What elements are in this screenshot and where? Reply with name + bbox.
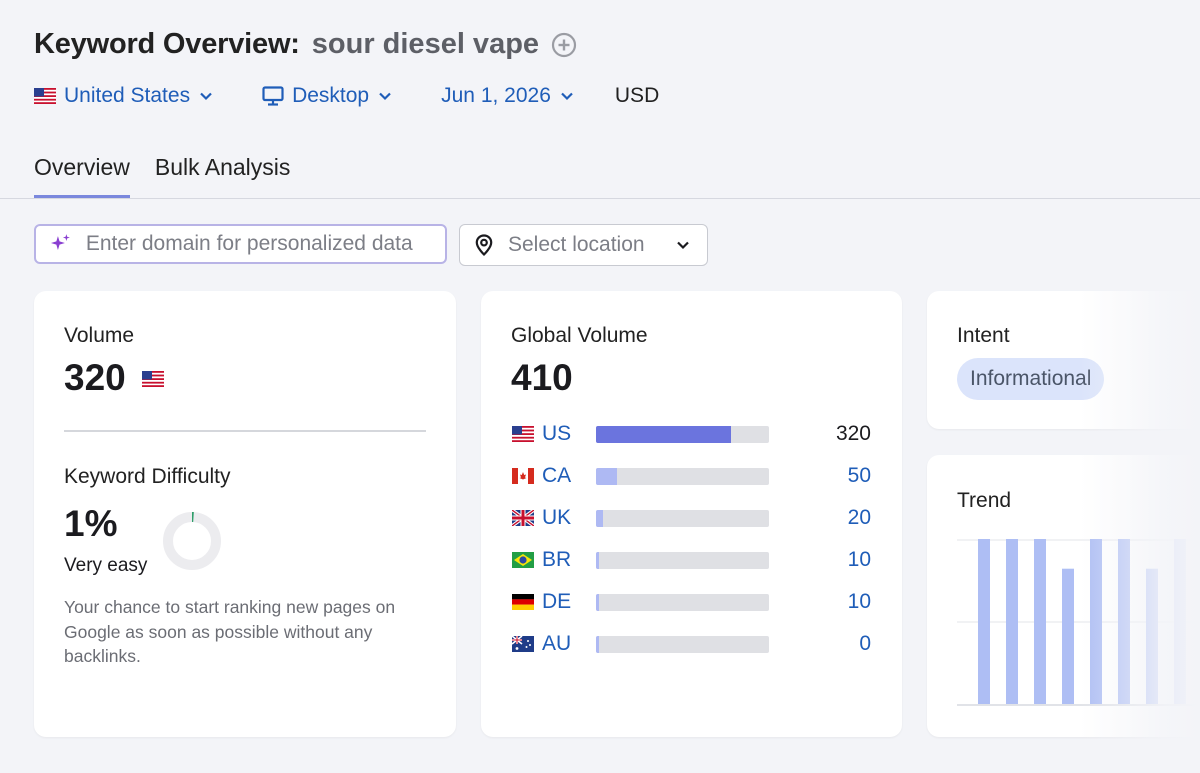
- kd-value: 1%: [64, 503, 118, 544]
- volume-bar-track: [596, 551, 769, 569]
- chevron-down-icon: [379, 92, 391, 101]
- kd-label: Keyword Difficulty: [64, 465, 231, 488]
- volume-value: 320: [64, 357, 126, 398]
- country-volume-value: 10: [847, 548, 871, 571]
- us-flag-icon: [34, 88, 56, 104]
- country-code: BR: [542, 548, 572, 571]
- global-volume-label: Global Volume: [511, 324, 648, 347]
- ca-flag-icon: [512, 468, 534, 484]
- trend-label: Trend: [957, 489, 1012, 512]
- chevron-down-icon: [677, 241, 689, 250]
- volume-bar-track: [596, 467, 769, 485]
- volume-bar-fill: [596, 509, 603, 527]
- trend-chart: [957, 539, 1197, 706]
- volume-bar-fill: [596, 425, 731, 443]
- country-volume-list: US 320 CA 50 UK 20 BR 10 DE 10 AU 0: [512, 413, 871, 665]
- country-dropdown[interactable]: United States: [34, 84, 214, 108]
- country-volume-row[interactable]: UK 20: [512, 497, 871, 539]
- country-volume-value: 10: [847, 590, 871, 613]
- intent-label: Intent: [957, 324, 1010, 347]
- card-divider: [64, 430, 426, 432]
- desktop-icon: [262, 86, 284, 106]
- kd-description: Your chance to start ranking new pages o…: [64, 597, 396, 666]
- domain-input-wrapper: [34, 224, 447, 264]
- intent-card: Intent Informational: [927, 291, 1200, 429]
- country-volume-row[interactable]: BR 10: [512, 539, 871, 581]
- filter-bar: United States Desktop Jun 1, 2026 USD: [34, 84, 659, 108]
- trend-bar: [1062, 568, 1074, 704]
- location-placeholder: Select location: [508, 233, 645, 256]
- trend-bar: [978, 539, 990, 704]
- country-volume-value: 320: [835, 422, 871, 445]
- uk-flag-icon: [512, 510, 534, 526]
- de-flag-icon: [512, 594, 534, 610]
- trend-bar: [1006, 539, 1018, 704]
- trend-bar: [1090, 539, 1102, 704]
- country-volume-value: 0: [859, 632, 871, 655]
- kd-level-text: Very easy: [64, 555, 148, 576]
- volume-label: Volume: [64, 324, 135, 347]
- global-volume-card: Global Volume 410 US 320 CA 50 UK 20 BR 10 DE 10 A…: [481, 291, 902, 737]
- country-code: AU: [542, 632, 572, 655]
- country-volume-row[interactable]: DE 10: [512, 581, 871, 623]
- page-header: Keyword Overview: sour diesel vape: [34, 28, 577, 61]
- device-dropdown[interactable]: Desktop: [262, 84, 393, 108]
- volume-bar-fill: [596, 467, 617, 485]
- country-volume-row[interactable]: AU 0: [512, 623, 871, 665]
- country-code: UK: [542, 506, 572, 529]
- volume-bar-track: [596, 425, 769, 443]
- country-code: US: [542, 422, 572, 445]
- br-flag-icon: [512, 552, 534, 568]
- volume-card: Volume 320 Keyword Difficulty 1% Very ea…: [34, 291, 456, 737]
- country-volume-value: 50: [847, 464, 871, 487]
- page-title: Keyword Overview:: [34, 28, 300, 60]
- intent-badge: Informational: [957, 358, 1105, 400]
- trend-bar: [1034, 539, 1046, 704]
- location-pin-icon: [475, 234, 493, 257]
- us-flag-icon: [142, 371, 164, 387]
- volume-bar-track: [596, 635, 769, 653]
- au-flag-icon: [512, 636, 534, 652]
- tabs-divider: [0, 198, 1200, 199]
- country-code: DE: [542, 590, 572, 613]
- country-label: United States: [64, 84, 191, 107]
- chevron-down-icon: [200, 92, 212, 101]
- trend-bar: [1146, 568, 1158, 704]
- volume-bar-fill: [596, 593, 600, 611]
- date-dropdown[interactable]: Jun 1, 2026: [441, 84, 575, 108]
- domain-input[interactable]: [83, 231, 445, 257]
- sparkle-icon: [50, 234, 70, 250]
- us-flag-icon: [512, 426, 534, 442]
- tab-bar: Overview Bulk Analysis: [34, 154, 315, 199]
- device-label: Desktop: [292, 84, 370, 107]
- tab-overview[interactable]: Overview: [34, 154, 130, 199]
- volume-bar-track: [596, 593, 769, 611]
- keyword-title: sour diesel vape: [311, 28, 540, 60]
- trend-bar: [1174, 539, 1186, 704]
- volume-bar-fill: [596, 635, 600, 653]
- plus-circle-icon[interactable]: [551, 32, 577, 58]
- trend-card: Trend: [927, 455, 1200, 737]
- date-label: Jun 1, 2026: [441, 84, 551, 107]
- country-volume-value: 20: [847, 506, 871, 529]
- volume-bar-fill: [596, 551, 600, 569]
- location-select[interactable]: Select location: [459, 224, 708, 266]
- tab-bulk-analysis[interactable]: Bulk Analysis: [155, 154, 291, 199]
- country-volume-row[interactable]: US 320: [512, 413, 871, 455]
- global-volume-value: 410: [511, 357, 573, 398]
- kd-gauge: [163, 512, 221, 570]
- country-code: CA: [542, 464, 572, 487]
- trend-bar: [1118, 539, 1130, 704]
- volume-bar-track: [596, 509, 769, 527]
- currency-label: USD: [614, 84, 660, 107]
- country-volume-row[interactable]: CA 50: [512, 455, 871, 497]
- chevron-down-icon: [561, 92, 573, 101]
